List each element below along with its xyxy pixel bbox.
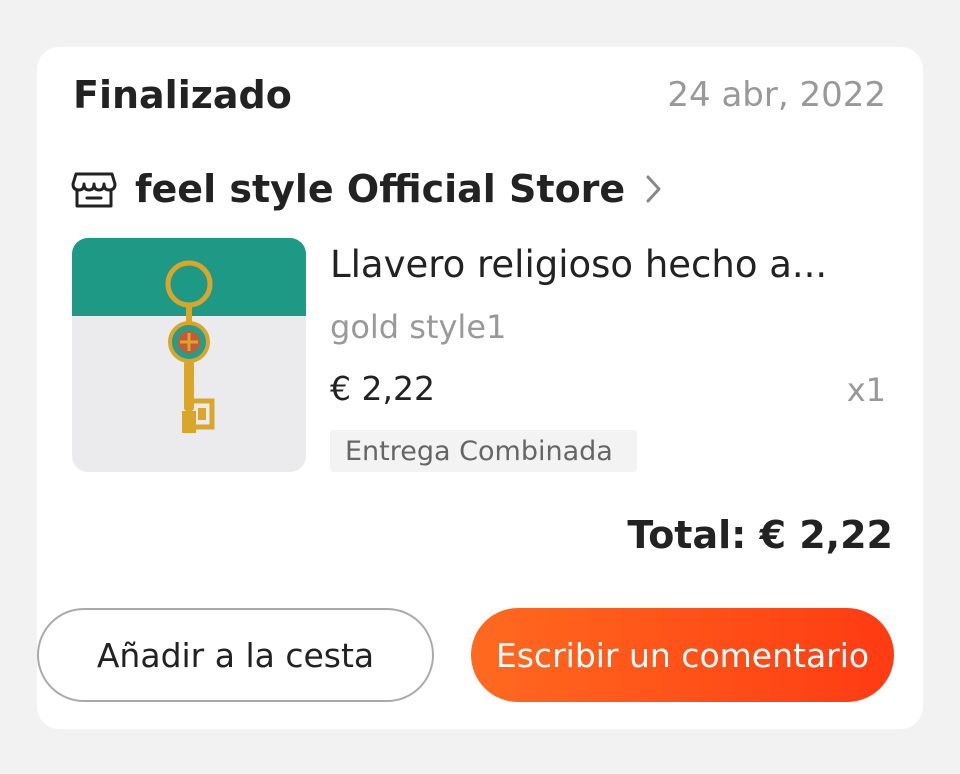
chevron-right-icon (646, 175, 661, 203)
product-price: € 2,22 (330, 369, 435, 408)
product-image[interactable] (72, 238, 306, 472)
store-icon (71, 172, 117, 208)
product-title[interactable]: Llavero religioso hecho a... (330, 243, 827, 286)
order-total: Total: € 2,22 (627, 513, 893, 557)
product-quantity: x1 (846, 371, 886, 409)
store-name: feel style Official Store (135, 167, 626, 211)
order-card: Finalizado 24 abr, 2022 feel style Offic… (37, 47, 923, 729)
product-variant: gold style1 (330, 308, 507, 346)
order-status: Finalizado (73, 73, 292, 117)
write-review-button[interactable]: Escribir un comentario (471, 608, 894, 702)
add-to-cart-button[interactable]: Añadir a la cesta (37, 608, 434, 702)
store-link[interactable]: feel style Official Store (71, 161, 665, 217)
delivery-tag: Entrega Combinada (330, 430, 637, 472)
order-date: 24 abr, 2022 (667, 75, 886, 115)
